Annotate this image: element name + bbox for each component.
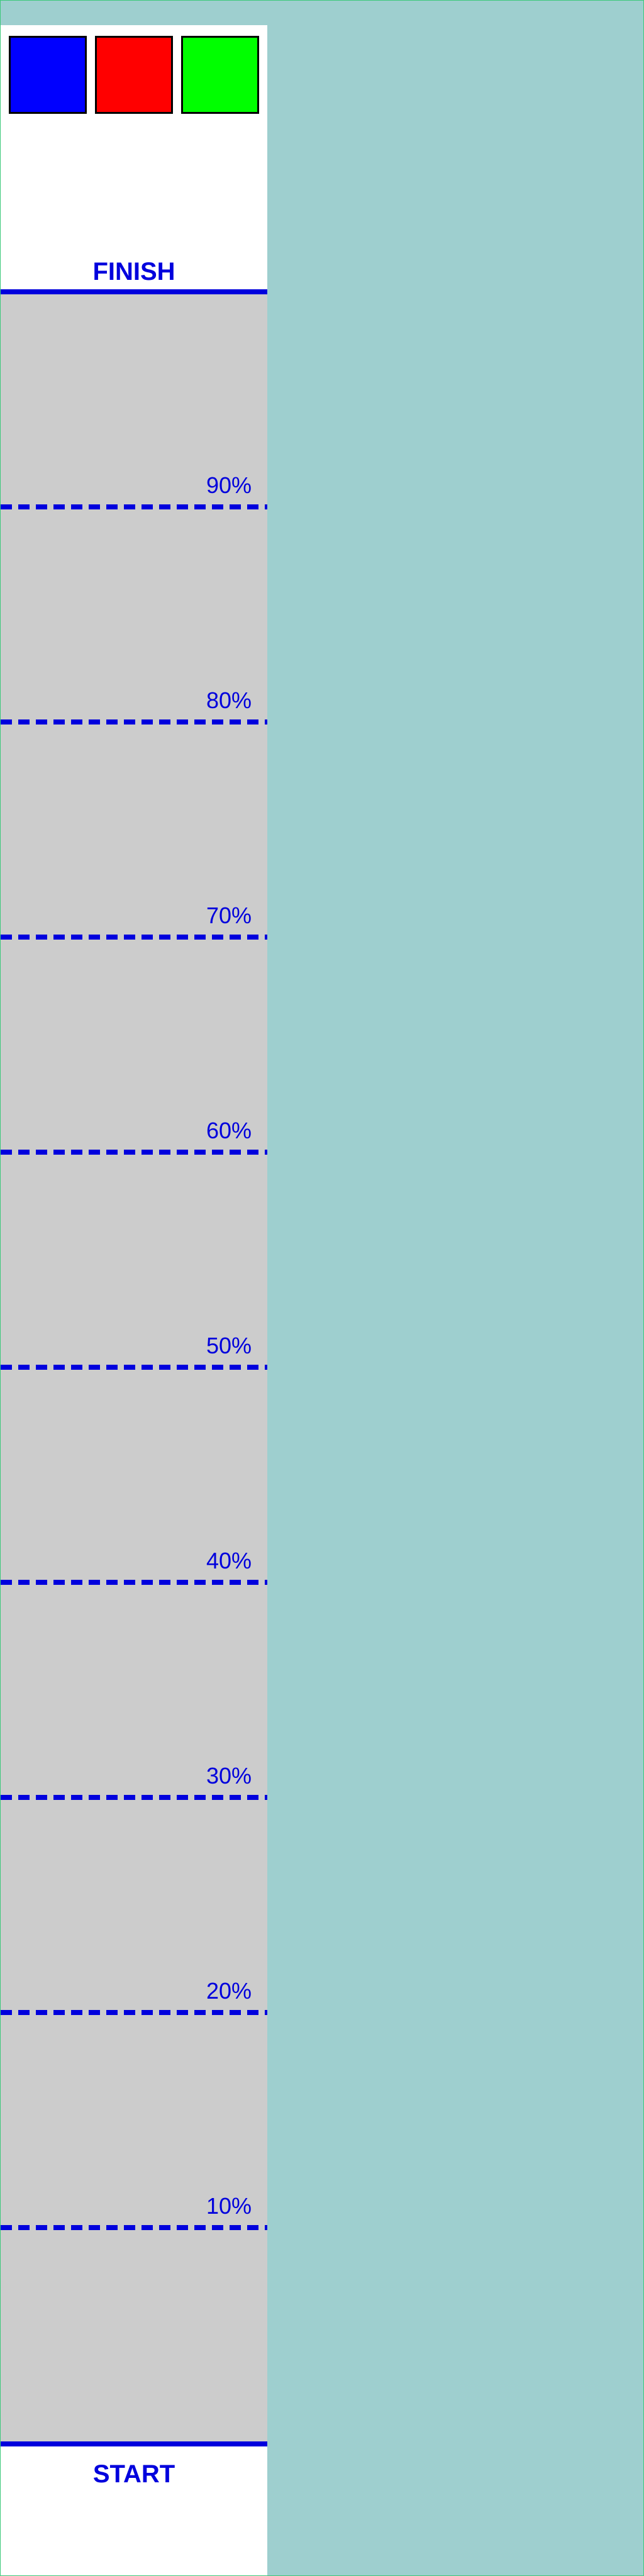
marker-label: 70% — [206, 902, 252, 928]
green-swatch[interactable] — [181, 36, 259, 114]
marker-label: 60% — [206, 1118, 252, 1143]
blue-swatch[interactable] — [9, 36, 87, 114]
marker-line — [1, 1580, 267, 1585]
marker-line — [1, 2225, 267, 2230]
marker-label: 90% — [206, 472, 252, 498]
marker-label: 50% — [206, 1333, 252, 1358]
finish-line — [1, 289, 267, 294]
marker-line — [1, 1365, 267, 1370]
start-line — [1, 2441, 267, 2446]
marker-line — [1, 504, 267, 509]
marker-line — [1, 935, 267, 940]
marker-label: 20% — [206, 1978, 252, 2004]
marker-label: 30% — [206, 1763, 252, 1789]
marker-line — [1, 1150, 267, 1155]
finish-label: FINISH — [92, 258, 175, 286]
start-label: START — [92, 2460, 175, 2488]
red-swatch[interactable] — [95, 36, 173, 114]
marker-line — [1, 719, 267, 724]
marker-line — [1, 1795, 267, 1800]
marker-label: 80% — [206, 687, 252, 713]
marker-label: 10% — [206, 2193, 252, 2219]
marker-label: 40% — [206, 1548, 252, 1574]
marker-line — [1, 2010, 267, 2015]
